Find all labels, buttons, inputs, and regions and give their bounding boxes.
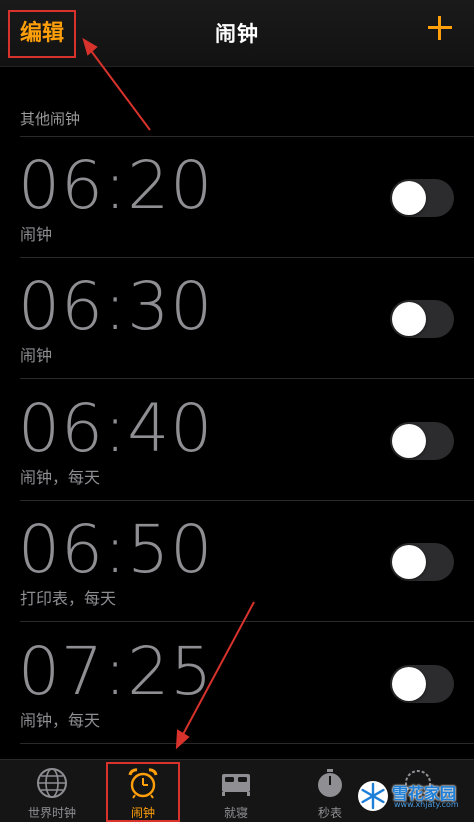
alarm-toggle[interactable] — [390, 422, 454, 460]
alarm-time: 06:50 — [18, 511, 214, 588]
stopwatch-icon — [318, 769, 342, 797]
toggle-knob — [392, 667, 426, 701]
page-title: 闹钟 — [215, 22, 259, 46]
snowflake-logo-icon — [358, 781, 388, 811]
watermark: 雪花家园 www.xhjaty.com — [354, 776, 466, 816]
section-header: 其他闹钟 — [20, 110, 81, 128]
tab-world-clock[interactable]: 世界时钟 — [14, 760, 90, 822]
clock-app-screen: 编辑 闹钟 其他闹钟 06:20 闹钟 06:30 闹钟 06:40 闹钟，每天… — [0, 0, 474, 822]
alarm-toggle[interactable] — [390, 665, 454, 703]
alarm-time: 06:20 — [18, 147, 214, 224]
bed-icon — [222, 774, 250, 796]
alarm-time: 07:25 — [18, 633, 214, 710]
toggle-knob — [392, 545, 426, 579]
watermark-url: www.xhjaty.com — [394, 800, 459, 809]
alarm-row[interactable]: 06:40 闹钟，每天 — [0, 380, 474, 501]
alarm-toggle[interactable] — [390, 179, 454, 217]
tab-bedtime[interactable]: 就寝 — [198, 760, 274, 822]
annotation-highlight-box — [106, 762, 180, 822]
alarm-row[interactable]: 06:30 闹钟 — [0, 258, 474, 379]
alarm-time: 06:30 — [18, 268, 214, 345]
alarm-row[interactable]: 07:25 闹钟，每天 — [0, 623, 474, 744]
alarm-row[interactable]: 06:20 闹钟 — [0, 137, 474, 258]
alarm-label: 打印表，每天 — [20, 589, 117, 608]
toggle-knob — [392, 181, 426, 215]
tab-label: 世界时钟 — [27, 806, 76, 820]
alarm-label: 闹钟 — [20, 225, 53, 244]
plus-icon[interactable] — [426, 14, 454, 42]
globe-icon — [37, 768, 67, 798]
alarm-toggle[interactable] — [390, 300, 454, 338]
alarm-toggle[interactable] — [390, 543, 454, 581]
toggle-knob — [392, 302, 426, 336]
alarm-label: 闹钟 — [20, 346, 53, 365]
alarm-label: 闹钟，每天 — [20, 468, 101, 487]
alarm-time: 06:40 — [18, 390, 214, 467]
tab-label: 就寝 — [223, 806, 248, 820]
alarm-label: 闹钟，每天 — [20, 711, 101, 730]
navigation-bar: 编辑 闹钟 — [0, 0, 474, 67]
alarm-row[interactable]: 06:50 打印表，每天 — [0, 501, 474, 622]
toggle-knob — [392, 424, 426, 458]
